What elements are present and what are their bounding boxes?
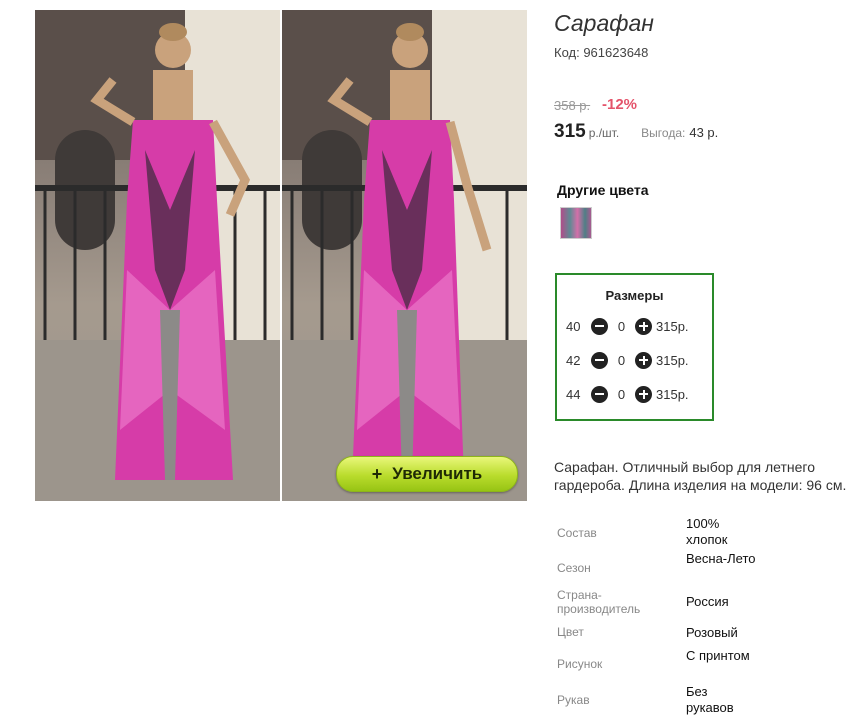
product-photo-side[interactable] <box>282 10 527 501</box>
attribute-label: Состав <box>557 526 597 540</box>
price-row: 315 р./шт. Выгода: 43 р. <box>554 121 718 143</box>
plus-icon[interactable] <box>635 317 652 335</box>
minus-icon[interactable] <box>591 385 608 403</box>
sizes-title: Размеры <box>605 288 664 303</box>
zoom-button-label: Увеличить <box>392 464 483 483</box>
size-number: 44 <box>566 386 581 402</box>
size-row: 40 0 315р. <box>566 316 689 336</box>
minus-icon[interactable] <box>591 317 608 335</box>
size-price: 315р. <box>656 318 689 334</box>
size-price: 315р. <box>656 386 689 402</box>
quantity-value[interactable]: 0 <box>608 319 635 334</box>
discount-badge: -12% <box>602 96 638 113</box>
attribute-value: С принтом <box>686 648 750 663</box>
attribute-label: Страна-производитель <box>557 588 641 616</box>
product-description: Сарафан. Отличный выбор для летнего гард… <box>554 459 847 493</box>
sizes-box: Размеры 40 0 315р. 42 0 315р. 44 0 315р. <box>555 273 714 421</box>
benefit-value: 43 р. <box>689 125 719 140</box>
minus-icon[interactable] <box>591 351 608 369</box>
zoom-button[interactable]: + Увеличить <box>336 456 518 492</box>
product-title: Сарафан <box>554 10 654 36</box>
product-code: Код: 961623648 <box>554 45 649 60</box>
quantity-value[interactable]: 0 <box>608 353 635 368</box>
attribute-value: Без рукавов <box>686 684 734 715</box>
size-number: 40 <box>566 318 581 334</box>
plus-icon[interactable] <box>635 351 652 369</box>
attribute-label: Рукав <box>557 693 590 707</box>
plus-icon[interactable] <box>635 385 652 403</box>
color-swatch-thumbnail[interactable] <box>560 207 592 239</box>
size-row: 42 0 315р. <box>566 350 689 370</box>
price-unit: р./шт. <box>588 126 620 140</box>
product-photo-front[interactable] <box>35 10 280 501</box>
attribute-value: Весна-Лето <box>686 551 756 566</box>
size-row: 44 0 315р. <box>566 384 689 404</box>
attribute-label: Цвет <box>557 625 584 639</box>
attribute-label: Сезон <box>557 561 591 575</box>
attribute-value: 100% хлопок <box>686 516 728 547</box>
attribute-value: Розовый <box>686 625 738 640</box>
quantity-value[interactable]: 0 <box>608 387 635 402</box>
plus-icon: + <box>371 463 383 484</box>
attribute-label: Рисунок <box>557 657 603 671</box>
dress-photo-illustration <box>282 10 527 501</box>
size-price: 315р. <box>656 352 689 368</box>
attribute-value: Россия <box>686 594 729 609</box>
product-gallery: + Увеличить <box>35 10 527 501</box>
old-price: 358 р. <box>554 98 591 113</box>
dress-photo-illustration <box>35 10 280 501</box>
benefit-label: Выгода: <box>641 126 686 140</box>
current-price: 315 <box>554 121 586 142</box>
other-colors-title: Другие цвета <box>557 182 649 198</box>
size-number: 42 <box>566 352 581 368</box>
